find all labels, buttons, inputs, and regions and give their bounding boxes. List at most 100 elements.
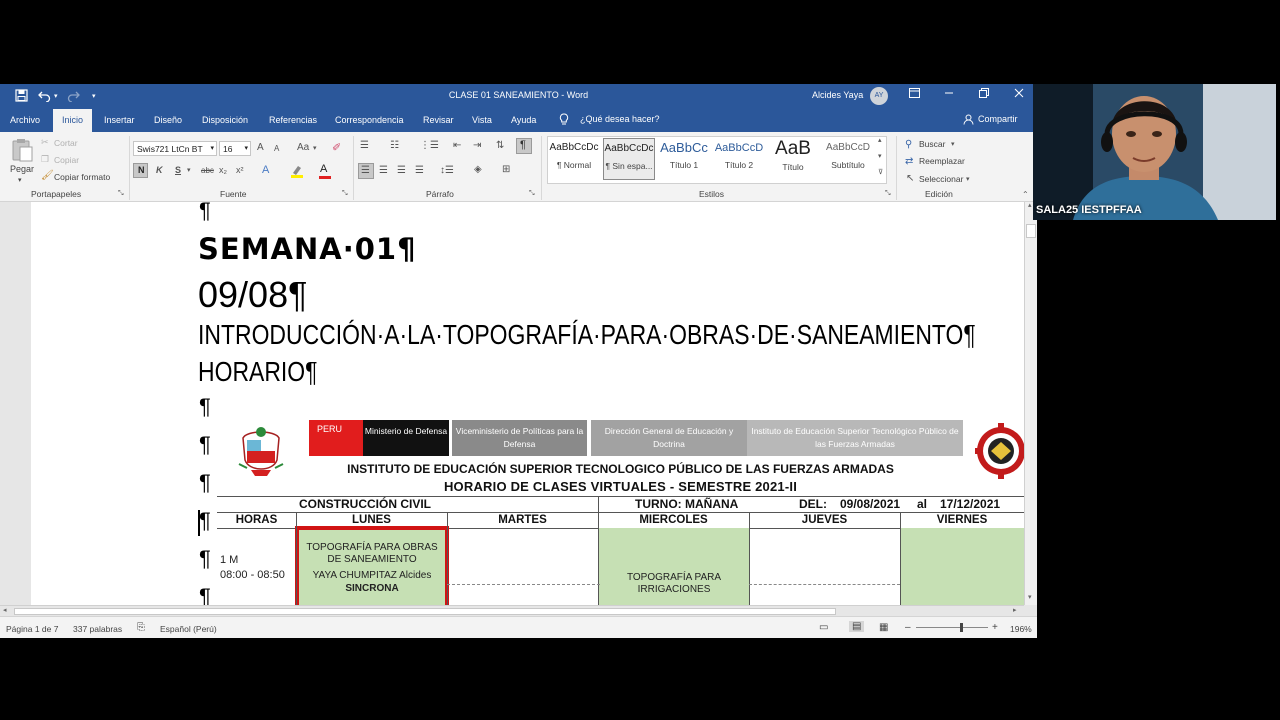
print-layout-icon[interactable]: ▤: [849, 621, 865, 632]
style-no-spacing[interactable]: AaBbCcDc ¶ Sin espa...: [603, 138, 655, 180]
scroll-down-icon[interactable]: ▾: [1028, 593, 1032, 601]
zoom-out-icon[interactable]: –: [905, 622, 911, 633]
paragraph-launcher-icon[interactable]: ⤡: [529, 190, 535, 198]
chevron-down-icon[interactable]: ▾: [187, 166, 191, 174]
styles-launcher-icon[interactable]: ⤡: [885, 190, 891, 198]
zoom-slider[interactable]: [916, 627, 988, 628]
proofing-icon[interactable]: ⎘: [137, 622, 145, 633]
avatar[interactable]: AY: [870, 87, 888, 105]
grow-font-icon[interactable]: A: [257, 142, 264, 153]
zoom-slider-thumb[interactable]: [959, 623, 963, 632]
styles-scroll-up-icon[interactable]: ▴: [878, 136, 882, 144]
share-button[interactable]: Compartir: [978, 114, 1018, 124]
tab-insertar[interactable]: Insertar: [104, 115, 135, 125]
vertical-scrollbar[interactable]: ▴ ▾: [1024, 202, 1037, 605]
scroll-thumb[interactable]: [14, 608, 836, 615]
increase-indent-icon[interactable]: ⇥: [473, 140, 481, 151]
search-icon[interactable]: ⚲: [905, 139, 912, 150]
language[interactable]: Español (Perú): [160, 624, 217, 634]
find-button[interactable]: Buscar: [919, 139, 945, 149]
bullets-icon[interactable]: ☰: [360, 140, 369, 151]
align-center-icon[interactable]: ☰: [379, 165, 388, 176]
chevron-down-icon[interactable]: ▾: [313, 144, 317, 152]
superscript-icon[interactable]: x²: [236, 165, 244, 175]
italic-icon[interactable]: K: [156, 165, 163, 175]
decrease-indent-icon[interactable]: ⇤: [453, 140, 461, 151]
tab-ayuda[interactable]: Ayuda: [511, 115, 536, 125]
ribbon-display-options-icon[interactable]: [906, 87, 922, 103]
clear-formatting-icon[interactable]: ✐: [332, 141, 341, 154]
chevron-down-icon[interactable]: ▾: [951, 140, 955, 148]
lightbulb-icon[interactable]: [559, 113, 569, 128]
change-case-icon[interactable]: Aa: [297, 142, 309, 153]
word-count[interactable]: 337 palabras: [73, 624, 122, 634]
tab-vista[interactable]: Vista: [472, 115, 492, 125]
tab-referencias[interactable]: Referencias: [269, 115, 317, 125]
horizontal-scrollbar[interactable]: ◂ ▸: [0, 605, 1024, 616]
select-cursor-icon[interactable]: ↖: [906, 173, 914, 184]
close-icon[interactable]: [1011, 87, 1027, 103]
style-heading-1[interactable]: AaBbCc Título 1: [658, 138, 710, 180]
tab-diseno[interactable]: Diseño: [154, 115, 182, 125]
page-count[interactable]: Página 1 de 7: [6, 624, 58, 634]
style-heading-2[interactable]: AaBbCcD Título 2: [713, 138, 765, 180]
style-subtitle[interactable]: AaBbCcD Subtítulo: [822, 138, 874, 180]
restore-icon[interactable]: [976, 87, 992, 103]
paste-icon[interactable]: [10, 138, 34, 162]
text-effects-icon[interactable]: A: [262, 164, 269, 176]
borders-icon[interactable]: ⊞: [502, 164, 510, 175]
style-title[interactable]: AaB Título: [767, 138, 819, 180]
scroll-left-icon[interactable]: ◂: [3, 606, 7, 614]
multilevel-list-icon[interactable]: ⋮☰: [420, 140, 439, 151]
tab-disposicion[interactable]: Disposición: [202, 115, 248, 125]
paste-dropdown-icon[interactable]: ▾: [18, 176, 22, 184]
copy-button[interactable]: Copiar: [54, 155, 79, 165]
user-name[interactable]: Alcides Yaya: [812, 90, 863, 100]
friday-slot-cell[interactable]: [900, 528, 1024, 605]
bold-icon[interactable]: N: [138, 165, 145, 175]
numbering-icon[interactable]: ☷: [390, 140, 399, 151]
font-color-icon[interactable]: A: [320, 163, 327, 175]
page[interactable]: ¶ SEMANA·01¶ 09/08¶ INTRODUCCIÓN·A·LA·TO…: [31, 202, 1024, 605]
subscript-icon[interactable]: x₂: [219, 165, 227, 175]
zoom-level[interactable]: 196%: [1010, 624, 1032, 634]
shrink-font-icon[interactable]: A: [274, 144, 279, 153]
copy-icon[interactable]: ❐: [41, 154, 49, 165]
cut-button[interactable]: Cortar: [54, 138, 78, 148]
tab-revisar[interactable]: Revisar: [423, 115, 454, 125]
replace-button[interactable]: Reemplazar: [919, 156, 965, 166]
scroll-up-icon[interactable]: ▴: [1028, 201, 1032, 209]
underline-icon[interactable]: S: [175, 165, 181, 175]
font-launcher-icon[interactable]: ⤡: [342, 190, 348, 198]
clipboard-launcher-icon[interactable]: ⤡: [118, 190, 124, 198]
align-right-icon[interactable]: ☰: [397, 165, 406, 176]
styles-scroll-down-icon[interactable]: ▾: [878, 152, 882, 160]
show-paragraph-marks-icon[interactable]: ¶: [520, 139, 526, 151]
style-normal[interactable]: AaBbCcDc ¶ Normal: [548, 138, 600, 180]
line-spacing-icon[interactable]: ↕☰: [440, 165, 454, 176]
replace-icon[interactable]: ⇄: [905, 156, 913, 167]
minimize-icon[interactable]: [941, 87, 957, 103]
share-icon[interactable]: [963, 114, 974, 127]
cut-icon[interactable]: ✂: [41, 137, 49, 148]
shading-icon[interactable]: ◈: [474, 164, 482, 175]
sort-icon[interactable]: ⇅: [496, 140, 504, 151]
schedule-image[interactable]: PERU Ministerio de Defensa Viceministeri…: [217, 414, 1024, 605]
zoom-in-icon[interactable]: +: [992, 622, 998, 633]
font-name-select[interactable]: Swis721 LtCn BT ▾: [133, 141, 217, 156]
paste-button[interactable]: Pegar: [10, 164, 34, 174]
justify-icon[interactable]: ☰: [415, 165, 424, 176]
document-area[interactable]: ¶ SEMANA·01¶ 09/08¶ INTRODUCCIÓN·A·LA·TO…: [0, 202, 1024, 605]
styles-more-icon[interactable]: ⊽: [878, 168, 883, 176]
strikethrough-icon[interactable]: abc: [201, 166, 214, 175]
font-size-select[interactable]: 16 ▾: [219, 141, 251, 156]
scroll-right-icon[interactable]: ▸: [1013, 606, 1017, 614]
align-left-icon[interactable]: ☰: [361, 165, 370, 176]
highlight-icon[interactable]: [290, 164, 304, 181]
read-mode-icon[interactable]: ▭: [819, 622, 828, 633]
format-painter-icon[interactable]: 🖌: [41, 170, 54, 181]
tell-me-search[interactable]: ¿Qué desea hacer?: [580, 114, 660, 124]
format-painter-button[interactable]: Copiar formato: [54, 172, 110, 182]
tab-archivo[interactable]: Archivo: [10, 115, 40, 125]
select-button[interactable]: Seleccionar: [919, 174, 963, 184]
